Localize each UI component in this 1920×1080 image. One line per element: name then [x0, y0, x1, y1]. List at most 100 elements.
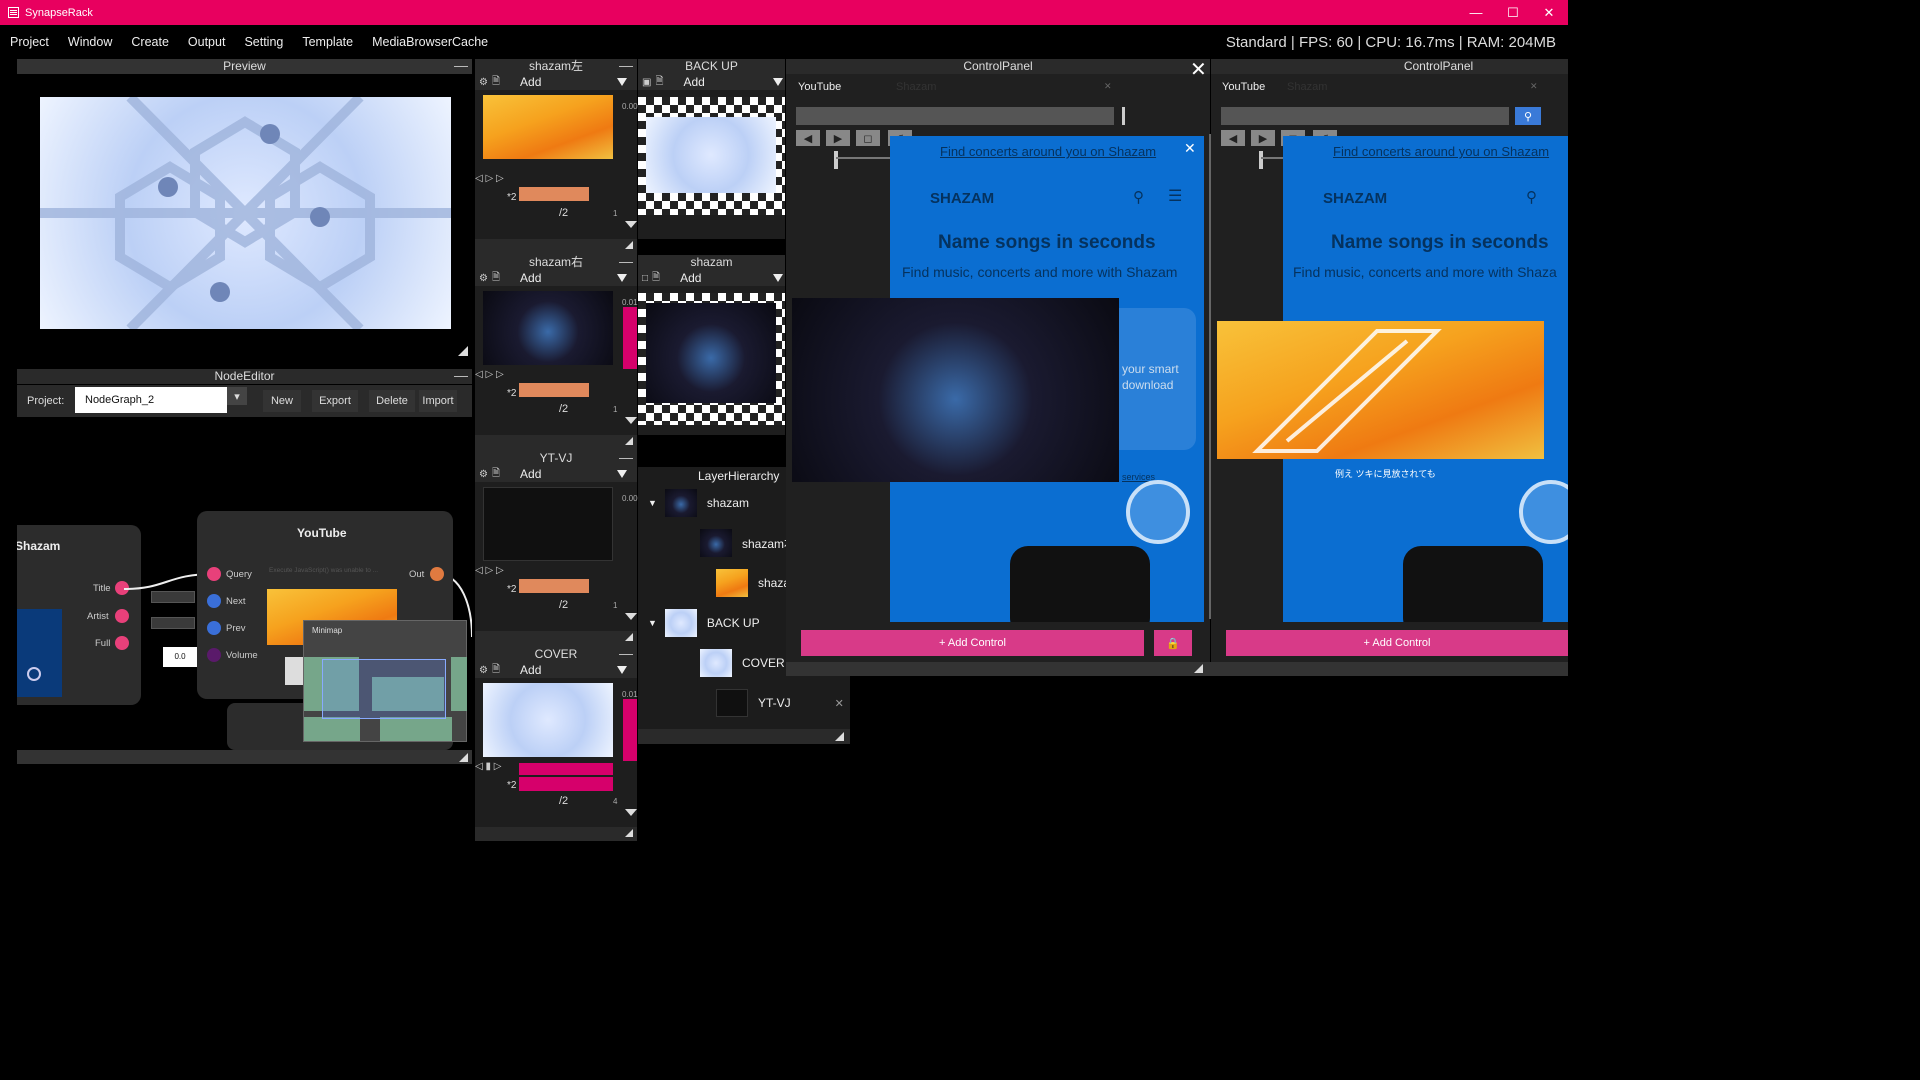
chevron-down-icon[interactable] [625, 613, 637, 620]
dropdown-icon[interactable] [617, 666, 627, 674]
slot-progress[interactable] [519, 187, 589, 201]
speed-x2[interactable]: *2 [507, 780, 516, 791]
menu-create[interactable]: Create [131, 35, 169, 49]
resize-handle-icon[interactable] [625, 437, 633, 445]
search-icon[interactable]: ⚲ [1526, 188, 1537, 206]
speed-x2[interactable]: *2 [507, 584, 516, 595]
slot-progress[interactable] [519, 579, 589, 593]
layer-slot-cover[interactable]: COVER ⚙ 🗎 Add 0.01 ◁ ▮ ▷ *2 /2 4 [475, 647, 638, 827]
concerts-link[interactable]: Find concerts around you on Shazam [1333, 144, 1549, 159]
file-icon[interactable]: 🗎 [655, 74, 663, 91]
transport-icons[interactable]: ◁ ▷ ▷ [475, 173, 504, 184]
add-control-button[interactable]: + Add Control [1226, 630, 1568, 656]
layer-slot-yt-vj[interactable]: YT-VJ ⚙ 🗎 Add 0.00 ◁ ▷ ▷ *2 /2 1 [475, 451, 638, 631]
port-next[interactable] [207, 594, 221, 608]
resize-handle-icon[interactable] [1194, 664, 1203, 673]
close-icon[interactable]: ✕ [1530, 0, 1568, 25]
file-icon[interactable]: 🗎 [492, 662, 500, 679]
transport-icons[interactable]: ◁ ▷ ▷ [475, 565, 504, 576]
add-label[interactable]: Add [520, 75, 541, 89]
port-out[interactable] [430, 567, 444, 581]
add-label[interactable]: Add [680, 271, 701, 285]
gear-icon[interactable]: ⚙ [479, 273, 488, 284]
play-button[interactable]: ▶ [1251, 130, 1275, 146]
tab-shazam[interactable]: Shazam [1287, 81, 1327, 93]
trigger-box[interactable] [151, 591, 195, 603]
speed-x2[interactable]: *2 [507, 388, 516, 399]
search-icon[interactable]: ⚲ [1133, 188, 1144, 206]
chevron-down-icon[interactable] [625, 417, 637, 424]
gear-icon[interactable]: ⚙ [479, 665, 488, 676]
collapse-icon[interactable] [454, 376, 468, 377]
search-icon[interactable]: ⚲ [1515, 107, 1541, 125]
menu-setting[interactable]: Setting [244, 35, 283, 49]
delete-button[interactable]: Delete [369, 390, 415, 412]
layer-slot-backup[interactable]: BACK UP ▣ 🗎 Add [638, 59, 785, 239]
resize-handle-icon[interactable] [625, 829, 633, 837]
export-button[interactable]: Export [312, 390, 358, 412]
speed-half[interactable]: /2 [559, 403, 568, 415]
collapse-icon[interactable] [619, 262, 633, 263]
chevron-down-icon[interactable] [625, 809, 637, 816]
file-icon[interactable]: 🗎 [492, 270, 500, 287]
transport-icons[interactable]: ◁ ▷ ▷ [475, 369, 504, 380]
slot-progress-top[interactable] [519, 763, 613, 775]
file-icon[interactable]: 🗎 [652, 270, 660, 287]
shazam-logo-icon[interactable] [1126, 480, 1190, 544]
remove-icon[interactable]: ✕ [835, 697, 844, 710]
stop-button[interactable]: ◻ [856, 130, 880, 146]
node-canvas[interactable]: Shazam Title Artist Full 0.0 YouTube Que… [17, 417, 472, 750]
close-panel-icon[interactable]: ✕ [1190, 57, 1207, 82]
back-button[interactable]: ◀ [796, 130, 820, 146]
menu-window[interactable]: Window [68, 35, 112, 49]
frame-icon[interactable]: ▣ [642, 77, 651, 88]
minimize-icon[interactable]: — [1457, 0, 1495, 25]
tab-youtube[interactable]: YouTube [798, 81, 841, 93]
menu-template[interactable]: Template [302, 35, 353, 49]
close-banner-icon[interactable]: ✕ [1184, 140, 1196, 157]
port-query[interactable] [207, 567, 221, 581]
dropdown-icon[interactable] [617, 274, 627, 282]
value-input[interactable]: 0.0 [163, 647, 197, 667]
minimap-viewport[interactable] [322, 659, 446, 719]
dropdown-icon[interactable] [617, 78, 627, 86]
menu-output[interactable]: Output [188, 35, 226, 49]
new-button[interactable]: New [263, 390, 301, 412]
file-icon[interactable]: 🗎 [492, 466, 500, 483]
concerts-link[interactable]: Find concerts around you on Shazam [940, 144, 1156, 159]
layer-slot-shazam[interactable]: shazam □ 🗎 Add [638, 255, 785, 435]
chevron-down-icon[interactable]: ▾ [227, 387, 247, 405]
close-tab-icon[interactable]: ✕ [1530, 81, 1538, 92]
speed-half[interactable]: /2 [559, 207, 568, 219]
menu-mediabrowsercache[interactable]: MediaBrowserCache [372, 35, 488, 49]
gear-icon[interactable]: ⚙ [479, 469, 488, 480]
slot-level-bar[interactable] [623, 699, 637, 761]
speed-half[interactable]: /2 [559, 599, 568, 611]
port-volume[interactable] [207, 648, 221, 662]
resize-handle-icon[interactable] [458, 346, 468, 356]
add-label[interactable]: Add [684, 75, 705, 89]
minimap[interactable]: Minimap [303, 620, 467, 742]
add-label[interactable]: Add [520, 271, 541, 285]
volume-slider-handle[interactable] [834, 151, 838, 169]
menu-project[interactable]: Project [10, 35, 49, 49]
menu-icon[interactable]: ☰ [1168, 186, 1182, 206]
lock-icon[interactable]: 🔒 [1154, 630, 1192, 656]
slot-level-bar[interactable] [623, 307, 637, 369]
trigger-box[interactable] [151, 617, 195, 629]
collapse-icon[interactable] [619, 654, 633, 655]
expand-icon[interactable]: ▼ [648, 498, 657, 508]
url-input[interactable] [1221, 107, 1509, 125]
resize-handle-icon[interactable] [625, 241, 633, 249]
layer-slot-shazam-right[interactable]: shazam右 ⚙ 🗎 Add 0.01 ◁ ▷ ▷ *2 /2 1 [475, 255, 638, 435]
hierarchy-item-yt-vj[interactable]: YT-VJ ✕ [716, 683, 864, 723]
project-select[interactable]: NodeGraph_2 [75, 387, 227, 413]
resize-handle-icon[interactable] [625, 633, 633, 641]
add-label[interactable]: Add [520, 467, 541, 481]
dropdown-icon[interactable] [773, 274, 783, 282]
slot-progress[interactable] [519, 383, 589, 397]
tab-youtube[interactable]: YouTube [1222, 81, 1265, 93]
speed-x2[interactable]: *2 [507, 192, 516, 203]
tab-shazam[interactable]: Shazam [896, 81, 936, 93]
layer-slot-shazam-left[interactable]: shazam左 ⚙ 🗎 Add 0.00 ◁ ▷ ▷ *2 /2 1 [475, 59, 638, 239]
